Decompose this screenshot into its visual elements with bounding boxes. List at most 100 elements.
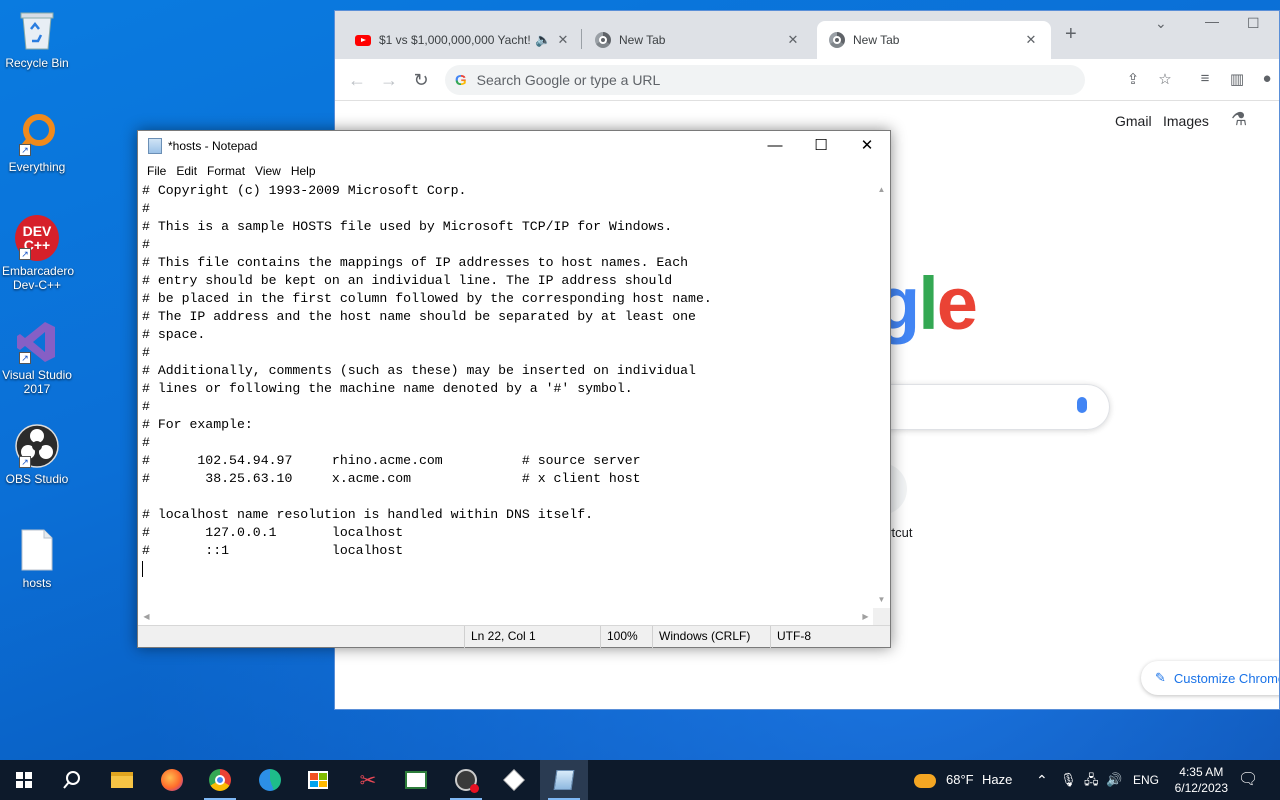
- menu-format[interactable]: Format: [202, 164, 250, 178]
- network-icon[interactable]: 🖧: [1084, 760, 1099, 800]
- windows-logo-icon: [16, 772, 32, 788]
- images-link[interactable]: Images: [1163, 113, 1209, 129]
- vertical-scrollbar[interactable]: ▲ ▼: [873, 181, 890, 608]
- text-line: # This is a sample HOSTS file used by Mi…: [142, 219, 673, 234]
- text-line: # entry should be kept on an individual …: [142, 273, 673, 288]
- notepad-title: *hosts - Notepad: [168, 139, 258, 153]
- minimize-button[interactable]: —: [1205, 13, 1219, 29]
- desktop-icon-hosts[interactable]: hosts: [2, 528, 72, 590]
- back-button[interactable]: ←: [345, 68, 369, 92]
- tab-youtube[interactable]: $1 vs $1,000,000,000 Yacht! 🔈 ✕: [343, 21, 583, 59]
- tab-title: New Tab: [619, 33, 666, 47]
- horizontal-scrollbar[interactable]: ◀ ▶: [138, 608, 874, 625]
- scroll-up-icon[interactable]: ▲: [873, 181, 890, 198]
- edge-icon[interactable]: [246, 760, 294, 800]
- devcpp-icon: DEV C++ ↗: [15, 215, 59, 261]
- notepad-text-area[interactable]: # Copyright (c) 1993-2009 Microsoft Corp…: [138, 181, 874, 608]
- maximize-button[interactable]: ☐: [1247, 15, 1260, 32]
- reading-list-icon[interactable]: ≡: [1195, 70, 1215, 87]
- notifications-icon[interactable]: 🗨: [1238, 760, 1258, 800]
- tab-new-tab-active[interactable]: New Tab ✕: [817, 21, 1051, 59]
- text-line: [142, 488, 874, 506]
- tab-new-tab-1[interactable]: New Tab ✕: [583, 21, 813, 59]
- microphone-tray-icon[interactable]: 🎙: [1060, 760, 1077, 800]
- scroll-left-icon[interactable]: ◀: [138, 608, 155, 625]
- share-icon[interactable]: ⇪: [1123, 70, 1143, 88]
- desktop-icon-obs-studio[interactable]: ↗ OBS Studio: [2, 424, 72, 486]
- app-icon[interactable]: [392, 760, 440, 800]
- text-line: #: [142, 237, 150, 252]
- profile-avatar-icon[interactable]: ●: [1257, 70, 1277, 87]
- notepad-app-icon: [148, 138, 162, 154]
- notepad-titlebar[interactable]: *hosts - Notepad — ☐ ✕: [138, 131, 890, 161]
- chrome-taskbar-icon[interactable]: [196, 760, 244, 800]
- desktop-icon-everything[interactable]: ↗ Everything: [2, 112, 72, 174]
- notepad-taskbar-icon[interactable]: [540, 760, 588, 800]
- youtube-icon: [355, 34, 371, 46]
- address-bar[interactable]: G Search Google or type a URL: [445, 65, 1085, 95]
- close-button[interactable]: ✕: [844, 131, 890, 161]
- clock-date: 6/12/2023: [1174, 781, 1228, 795]
- customize-chrome-button[interactable]: ✎ Customize Chrome: [1141, 661, 1279, 695]
- text-line: # be placed in the first column followed…: [142, 291, 712, 306]
- menu-edit[interactable]: Edit: [171, 164, 202, 178]
- minimize-button[interactable]: —: [752, 131, 798, 161]
- text-line: # localhost name resolution is handled w…: [142, 507, 594, 522]
- audio-playing-icon[interactable]: 🔈: [535, 32, 551, 48]
- file-explorer-icon[interactable]: [98, 760, 146, 800]
- text-line: # For example:: [142, 417, 253, 432]
- visual-studio-icon: ↗: [15, 320, 59, 364]
- chrome-icon: [595, 32, 611, 48]
- search-icon[interactable]: [48, 760, 96, 800]
- weather-condition[interactable]: Haze: [982, 760, 1012, 800]
- text-line: # 102.54.94.97 rhino.acme.com # source s…: [142, 453, 641, 468]
- maximize-button[interactable]: ☐: [798, 131, 844, 161]
- tab-close-icon[interactable]: ✕: [555, 32, 571, 48]
- obs-studio-icon: ↗: [15, 424, 59, 468]
- forward-button[interactable]: →: [377, 68, 401, 92]
- weather-icon[interactable]: [914, 760, 936, 800]
- gmail-link[interactable]: Gmail: [1115, 113, 1152, 129]
- text-line: # 38.25.63.10 x.acme.com # x client host: [142, 471, 641, 486]
- tab-search-icon[interactable]: ⌄: [1155, 15, 1167, 32]
- microphone-icon[interactable]: [1077, 397, 1087, 413]
- desktop-icon-devcpp[interactable]: DEV C++ ↗ Embarcadero Dev-C++: [2, 215, 75, 292]
- language-indicator[interactable]: ENG: [1133, 760, 1159, 800]
- snipping-tool-icon[interactable]: ✂: [344, 760, 392, 800]
- scroll-down-icon[interactable]: ▼: [873, 591, 890, 608]
- obs-icon[interactable]: [442, 760, 490, 800]
- text-line: # ::1 localhost: [142, 543, 404, 558]
- scroll-right-icon[interactable]: ▶: [857, 608, 874, 625]
- start-button[interactable]: [0, 760, 48, 800]
- reload-button[interactable]: ↻: [409, 68, 433, 92]
- bookmark-star-icon[interactable]: ☆: [1155, 70, 1175, 88]
- weather-temp[interactable]: 68°F: [946, 760, 974, 800]
- tab-close-icon[interactable]: ✕: [785, 32, 801, 48]
- volume-icon[interactable]: 🔊: [1106, 760, 1122, 800]
- text-caret: [142, 560, 143, 577]
- cube-app-icon[interactable]: [490, 760, 538, 800]
- menu-help[interactable]: Help: [286, 164, 321, 178]
- menu-file[interactable]: File: [142, 164, 171, 178]
- text-line: [142, 560, 874, 578]
- clock[interactable]: 4:35 AM 6/12/2023: [1175, 764, 1228, 796]
- desktop-icon-recycle-bin[interactable]: Recycle Bin: [2, 8, 72, 70]
- desktop-icon-visual-studio[interactable]: ↗ Visual Studio 2017: [2, 320, 72, 396]
- text-line: # Copyright (c) 1993-2009 Microsoft Corp…: [142, 183, 467, 198]
- desktop-icon-label: Recycle Bin: [5, 56, 69, 70]
- new-tab-button[interactable]: +: [1065, 23, 1077, 46]
- labs-flask-icon[interactable]: ⚗: [1231, 109, 1247, 130]
- shortcut-arrow-icon: ↗: [19, 144, 31, 156]
- firefox-icon[interactable]: [148, 760, 196, 800]
- text-line: #: [142, 399, 150, 414]
- menu-view[interactable]: View: [250, 164, 286, 178]
- tab-title: $1 vs $1,000,000,000 Yacht!: [379, 33, 531, 47]
- chevron-up-icon[interactable]: ⌃: [1036, 760, 1048, 800]
- desktop-icon-label: Embarcadero Dev-C++: [2, 264, 75, 292]
- notepad-statusbar: Ln 22, Col 1 100% Windows (CRLF) UTF-8: [138, 625, 890, 648]
- side-panel-icon[interactable]: ▥: [1227, 70, 1247, 88]
- tab-close-icon[interactable]: ✕: [1023, 32, 1039, 48]
- store-icon[interactable]: [294, 760, 342, 800]
- shortcut-arrow-icon: ↗: [19, 456, 31, 468]
- scrollbar-corner: [873, 608, 890, 625]
